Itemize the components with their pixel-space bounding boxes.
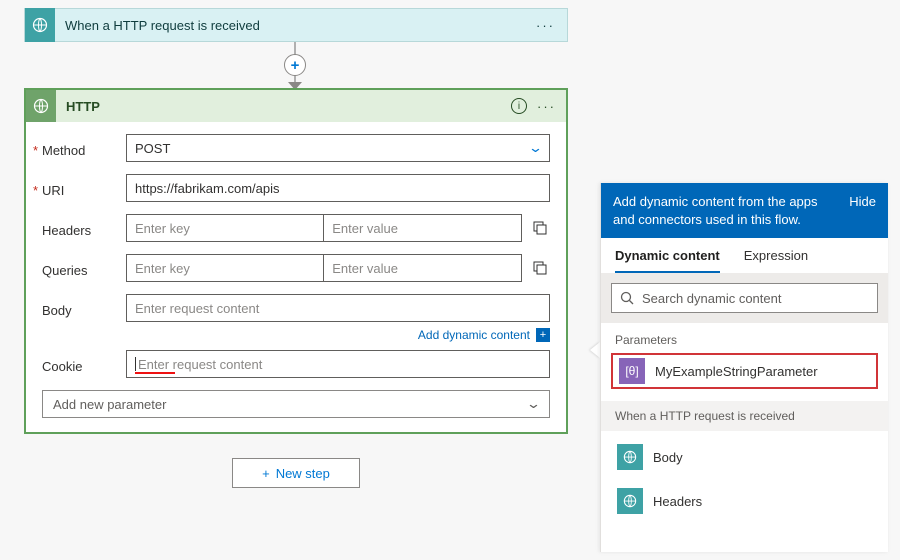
- headers-row: Headers Enter key Enter value: [42, 214, 550, 242]
- dynamic-content-tabs: Dynamic content Expression: [601, 238, 888, 273]
- method-label: Method: [42, 139, 126, 158]
- info-icon[interactable]: i: [511, 98, 527, 114]
- method-row: Method POST ⌄: [42, 134, 550, 162]
- dynamic-item-parameter[interactable]: [θ] MyExampleStringParameter: [611, 353, 878, 389]
- queries-label: Queries: [42, 259, 126, 278]
- add-dynamic-content-link[interactable]: Add dynamic content +: [42, 328, 550, 342]
- queries-key-input[interactable]: Enter key: [126, 254, 324, 282]
- headers-label: Headers: [42, 219, 126, 238]
- plus-icon: +: [536, 328, 550, 342]
- headers-value-input[interactable]: Enter value: [324, 214, 521, 242]
- dynamic-search-wrap: Search dynamic content: [601, 273, 888, 323]
- new-step-button[interactable]: + New step: [232, 458, 360, 488]
- spellcheck-underline: [135, 372, 175, 374]
- http-action-card: HTTP i ··· Method POST ⌄ URI https://fab…: [24, 88, 568, 434]
- dynamic-item-label: Body: [653, 450, 683, 465]
- plus-icon: +: [262, 466, 270, 481]
- add-parameter-dropdown[interactable]: Add new parameter ⌄: [42, 390, 550, 418]
- body-input[interactable]: Enter request content: [126, 294, 550, 322]
- tab-expression[interactable]: Expression: [744, 248, 808, 273]
- queries-token-picker-icon[interactable]: [529, 254, 550, 282]
- dynamic-search-placeholder: Search dynamic content: [642, 291, 781, 306]
- dynamic-item-body[interactable]: Body: [611, 439, 878, 475]
- queries-value-input[interactable]: Enter value: [324, 254, 521, 282]
- parameter-icon: [θ]: [619, 358, 645, 384]
- dynamic-item-label: Headers: [653, 494, 702, 509]
- uri-label: URI: [42, 179, 126, 198]
- add-parameter-label: Add new parameter: [53, 397, 166, 412]
- hide-panel-button[interactable]: Hide: [849, 193, 876, 211]
- new-step-label: New step: [276, 466, 330, 481]
- method-value: POST: [135, 141, 170, 156]
- section-heading-trigger: When a HTTP request is received: [601, 401, 888, 431]
- text-caret: [135, 357, 136, 371]
- headers-key-input[interactable]: Enter key: [126, 214, 324, 242]
- http-card-title: HTTP: [66, 99, 100, 114]
- uri-value: https://fabrikam.com/apis: [135, 181, 280, 196]
- uri-row: URI https://fabrikam.com/apis: [42, 174, 550, 202]
- section-heading-parameters: Parameters: [601, 323, 888, 353]
- uri-input[interactable]: https://fabrikam.com/apis: [126, 174, 550, 202]
- dynamic-content-banner-text: Add dynamic content from the apps and co…: [613, 193, 839, 228]
- http-card-body: Method POST ⌄ URI https://fabrikam.com/a…: [26, 122, 566, 432]
- trigger-title: When a HTTP request is received: [65, 18, 260, 33]
- globe-icon: [617, 444, 643, 470]
- body-row: Body Enter request content: [42, 294, 550, 322]
- method-select[interactable]: POST ⌄: [126, 134, 550, 162]
- body-label: Body: [42, 299, 126, 318]
- trigger-card[interactable]: When a HTTP request is received ···: [24, 8, 568, 42]
- cookie-label: Cookie: [42, 355, 126, 374]
- http-card-header[interactable]: HTTP i ···: [26, 90, 566, 122]
- cookie-input[interactable]: Enter request content: [126, 350, 550, 378]
- chevron-down-icon: ⌄: [526, 396, 541, 412]
- http-more-icon[interactable]: ···: [537, 99, 556, 114]
- chevron-down-icon: ⌄: [528, 140, 543, 156]
- cookie-placeholder: Enter request content: [138, 357, 262, 372]
- add-dynamic-content-label: Add dynamic content: [418, 328, 530, 342]
- search-icon: [620, 291, 634, 305]
- callout-pointer-icon: [590, 342, 600, 358]
- trigger-more-icon[interactable]: ···: [536, 18, 555, 33]
- http-icon: [26, 90, 56, 122]
- globe-icon: [25, 8, 55, 42]
- add-step-icon[interactable]: +: [284, 54, 306, 76]
- dynamic-content-panel: Add dynamic content from the apps and co…: [600, 183, 888, 552]
- connector: +: [294, 42, 296, 88]
- dynamic-content-banner: Add dynamic content from the apps and co…: [601, 183, 888, 238]
- dynamic-search-input[interactable]: Search dynamic content: [611, 283, 878, 313]
- globe-icon: [617, 488, 643, 514]
- dynamic-item-label: MyExampleStringParameter: [655, 364, 818, 379]
- cookie-row: Cookie Enter request content: [42, 350, 550, 378]
- queries-row: Queries Enter key Enter value: [42, 254, 550, 282]
- headers-token-picker-icon[interactable]: [529, 214, 550, 242]
- dynamic-item-headers[interactable]: Headers: [611, 483, 878, 519]
- tab-dynamic-content[interactable]: Dynamic content: [615, 248, 720, 273]
